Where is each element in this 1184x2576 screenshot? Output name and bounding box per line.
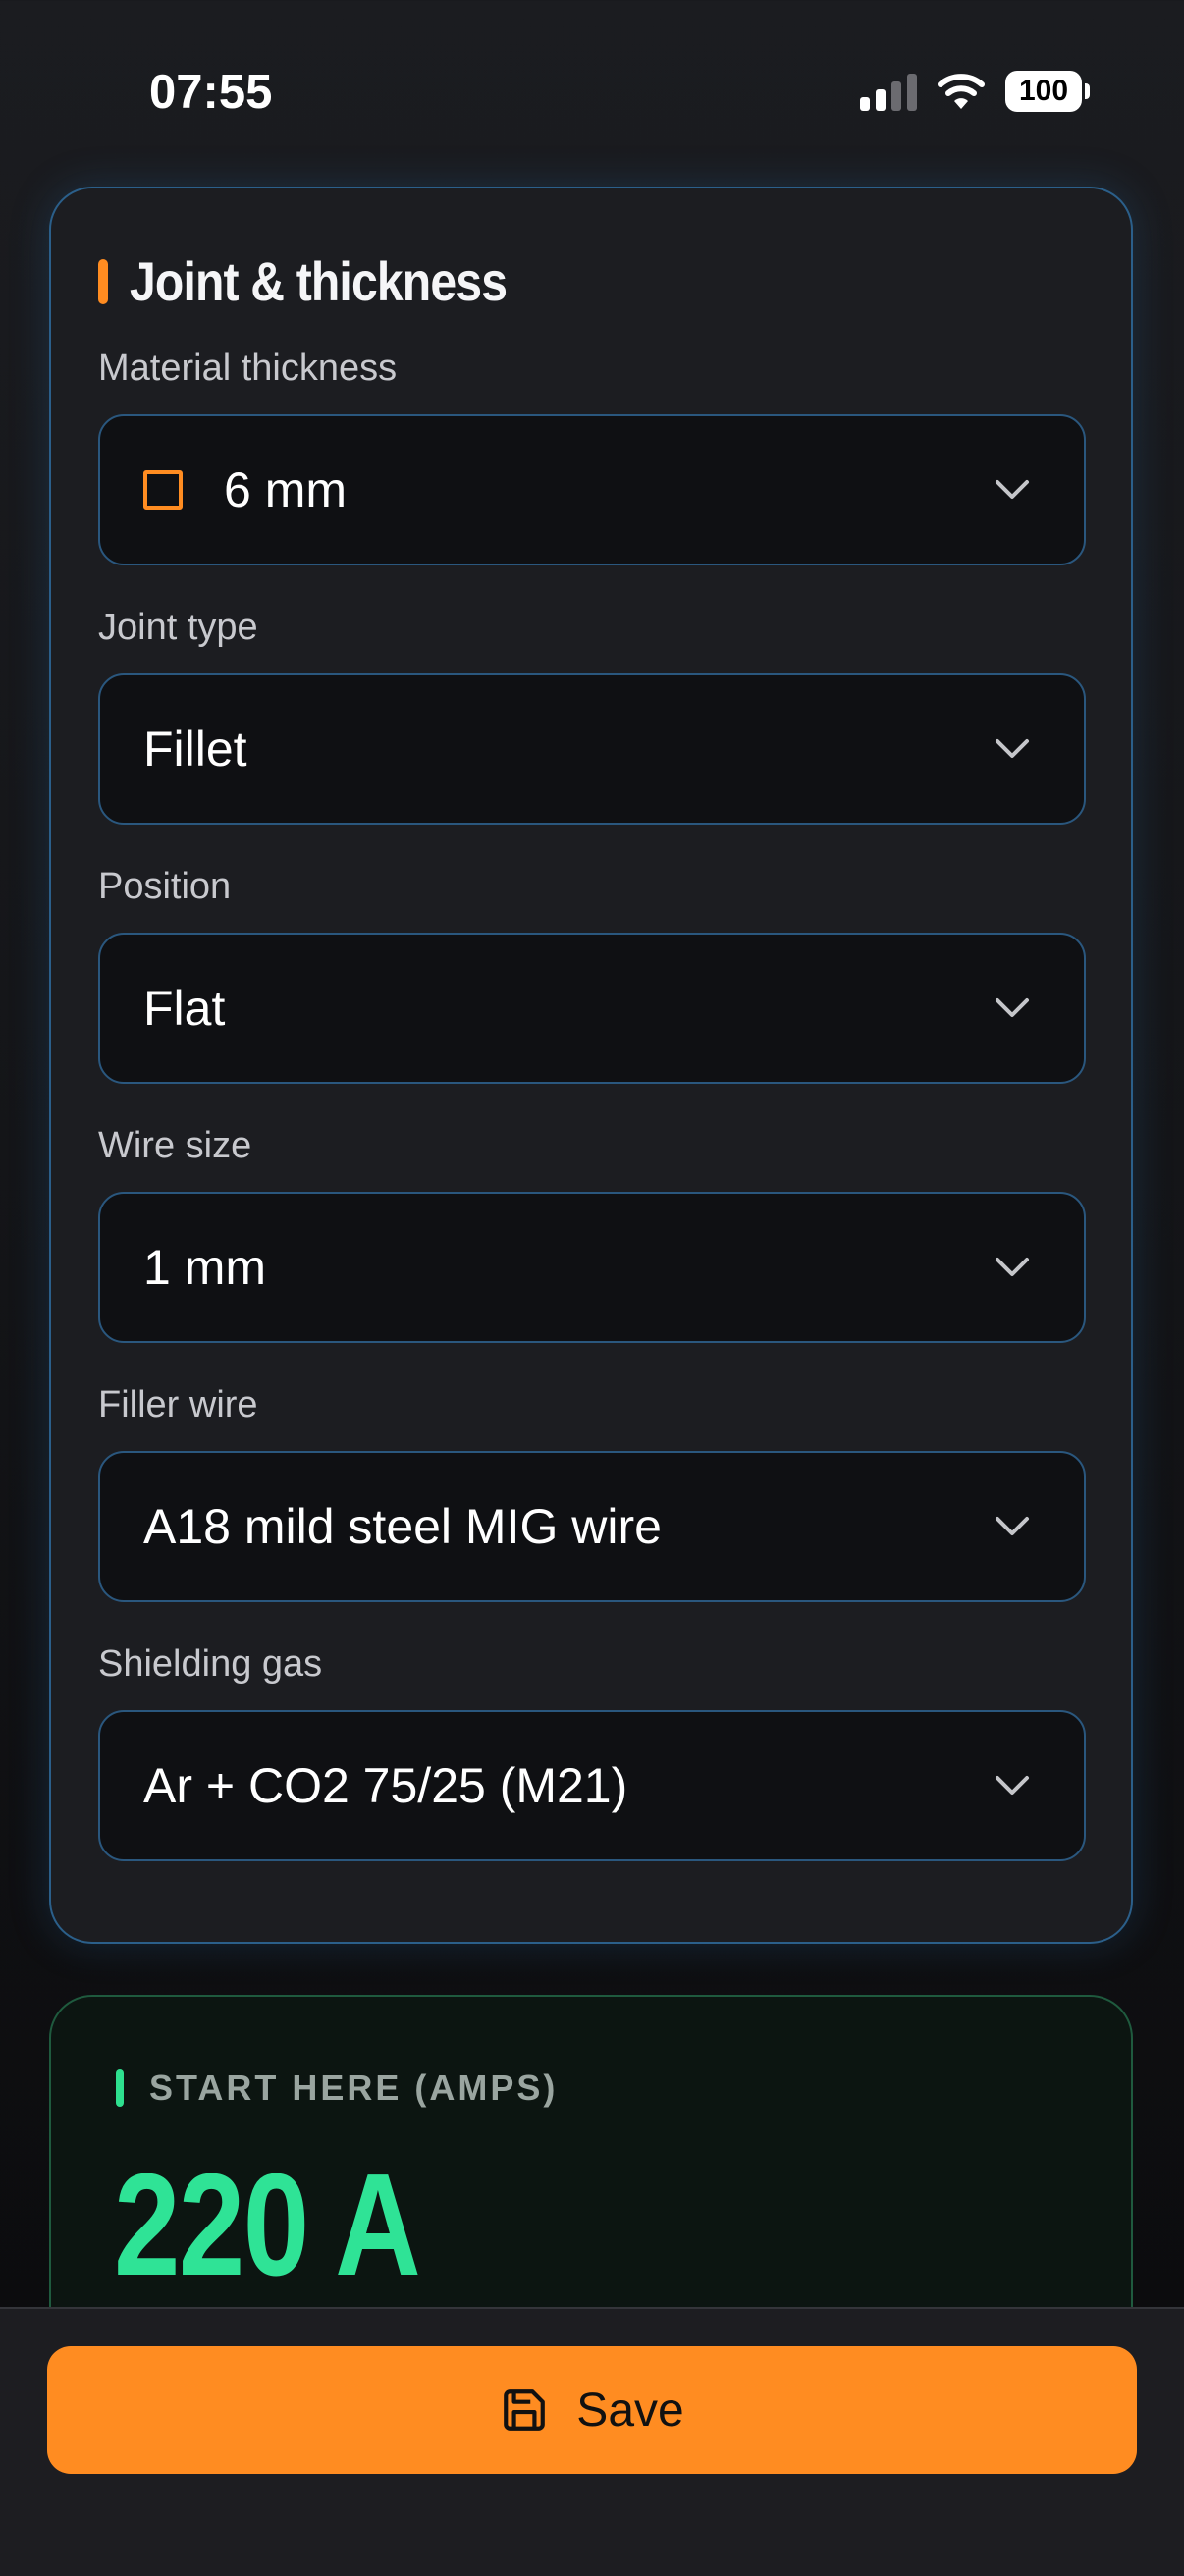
battery-icon: 100 [1005,71,1090,112]
bottom-action-bar: Save [0,2307,1184,2576]
shielding-gas-label: Shielding gas [98,1643,323,1685]
result-accent-bar [116,2069,124,2107]
save-button[interactable]: Save [47,2346,1137,2474]
cellular-signal-icon [860,72,917,111]
shielding-gas-select[interactable]: Ar + CO2 75/25 (M21) [98,1710,1086,1861]
start-amps-label: START HERE (AMPS) [149,2067,559,2108]
chevron-down-icon [996,998,1029,1017]
chevron-down-icon [996,480,1029,499]
filler-wire-label: Filler wire [98,1384,258,1425]
material-thickness-select[interactable]: 6 mm [98,414,1086,565]
card-title-text: Joint & thickness [130,250,508,312]
joint-thickness-card: Joint & thickness Material thickness 6 m… [49,187,1133,1944]
chevron-down-icon [996,739,1029,758]
position-value: Flat [143,981,226,1036]
battery-level: 100 [1018,75,1069,107]
material-thickness-value: 6 mm [224,462,347,517]
position-select[interactable]: Flat [98,933,1086,1084]
material-thickness-label: Material thickness [98,348,398,389]
card-title: Joint & thickness [98,249,568,313]
save-icon [504,2389,546,2431]
wire-size-label: Wire size [98,1125,252,1166]
square-icon [143,470,183,510]
filler-wire-select[interactable]: A18 mild steel MIG wire [98,1451,1086,1602]
shielding-gas-value: Ar + CO2 75/25 (M21) [143,1758,628,1813]
wire-size-value: 1 mm [143,1240,266,1295]
start-amps-value: 220 A [114,2144,421,2306]
chevron-down-icon [996,1517,1029,1535]
title-accent-bar [98,258,108,304]
wifi-icon [938,74,985,109]
wire-size-select[interactable]: 1 mm [98,1192,1086,1343]
joint-type-value: Fillet [143,722,247,777]
joint-type-label: Joint type [98,607,258,648]
chevron-down-icon [996,1258,1029,1276]
status-icons: 100 [860,71,1090,112]
joint-type-select[interactable]: Fillet [98,673,1086,825]
filler-wire-value: A18 mild steel MIG wire [143,1499,662,1554]
position-label: Position [98,866,232,907]
chevron-down-icon [996,1776,1029,1795]
status-time: 07:55 [149,66,273,119]
save-button-label: Save [576,2384,684,2437]
